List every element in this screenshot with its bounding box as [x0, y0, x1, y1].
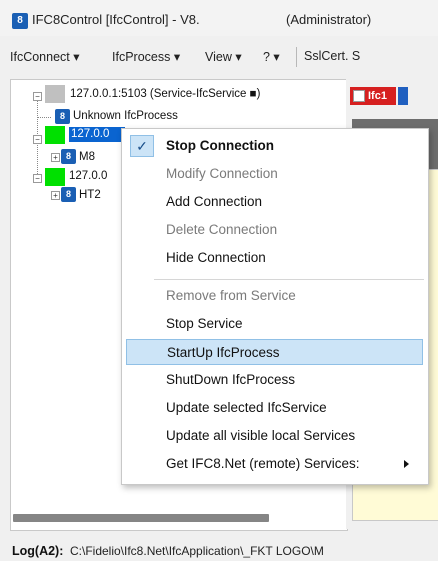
tree-node-connection[interactable]: 127.0.0 — [69, 169, 107, 184]
expand-icon[interactable]: + — [51, 191, 60, 200]
menu-separator — [296, 47, 297, 67]
tree-node-unknown[interactable]: Unknown IfcProcess — [73, 109, 178, 124]
menu-separator — [154, 279, 424, 280]
menu-item-label: Delete Connection — [166, 222, 278, 237]
title-bar: 8 IFC8Control [IfcControl] - V8. (Admini… — [0, 0, 438, 36]
menu-item-label: Stop Connection — [166, 138, 274, 153]
menu-item-label: Add Connection — [166, 194, 263, 209]
status-bar: Log(A2): C:\Fidelio\Ifc8.Net\IfcApplicat… — [0, 541, 438, 561]
menu-item-hide-connection[interactable]: Hide Connection — [126, 245, 423, 271]
status-square-icon — [45, 126, 65, 144]
ifc-process-icon: 8 — [61, 187, 76, 202]
admin-label: (Administrator) — [286, 12, 372, 27]
menu-item-startup-ifcprocess[interactable]: StartUp IfcProcess — [126, 339, 423, 365]
checkmark-icon: ✓ — [130, 135, 154, 157]
expand-icon[interactable]: + — [51, 153, 60, 162]
collapse-icon[interactable]: − — [33, 92, 42, 101]
window-title: IFC8Control [IfcControl] - V8. — [32, 12, 200, 27]
collapse-icon[interactable]: − — [33, 174, 42, 183]
ifc-process-icon: 8 — [55, 109, 70, 124]
tab-checkbox-icon[interactable] — [353, 90, 365, 103]
ifc-tab-second[interactable] — [398, 87, 408, 105]
ifc-process-icon: 8 — [61, 149, 76, 164]
tree-node-service[interactable]: 127.0.0.1:5103 (Service-IfcService ■) — [70, 87, 260, 102]
menu-item-stop-connection[interactable]: ✓ Stop Connection — [126, 133, 423, 159]
tree-line — [37, 117, 51, 118]
submenu-arrow-icon — [404, 460, 409, 468]
horizontal-scrollbar[interactable] — [13, 514, 269, 522]
menu-item-shutdown-ifcprocess[interactable]: ShutDown IfcProcess — [126, 367, 423, 393]
status-square-icon — [45, 168, 65, 186]
status-square-icon — [45, 85, 65, 103]
menu-item-remove-from-service: Remove from Service — [126, 283, 423, 309]
menu-item-label: Stop Service — [166, 316, 243, 331]
tree-node-ht2[interactable]: HT2 — [79, 188, 101, 203]
menu-item-modify-connection: Modify Connection — [126, 161, 423, 187]
ifc-tab-label: Ifc1 — [368, 90, 387, 102]
log-path: C:\Fidelio\Ifc8.Net\IfcApplication\_FKT … — [70, 544, 324, 558]
menu-item-update-all[interactable]: Update all visible local Services — [126, 423, 423, 449]
log-label: Log(A2): — [12, 544, 64, 558]
menu-item-label: Get IFC8.Net (remote) Services: — [166, 456, 360, 471]
menu-item-label: Modify Connection — [166, 166, 278, 181]
ifc8-app-icon: 8 — [12, 13, 28, 29]
context-menu: ✓ Stop Connection Modify Connection Add … — [121, 128, 429, 485]
menu-item-label: StartUp IfcProcess — [167, 345, 280, 360]
menu-ifcprocess[interactable]: IfcProcess ▾ — [112, 49, 180, 64]
menu-item-stop-service[interactable]: Stop Service — [126, 311, 423, 337]
menu-bar: IfcConnect ▾ IfcProcess ▾ View ▾ ? ▾ Ssl… — [0, 43, 438, 69]
tree-node-m8[interactable]: M8 — [79, 150, 95, 165]
menu-view[interactable]: View ▾ — [205, 49, 242, 64]
menu-item-label: Update selected IfcService — [166, 400, 327, 415]
menu-item-add-connection[interactable]: Add Connection — [126, 189, 423, 215]
menu-item-delete-connection: Delete Connection — [126, 217, 423, 243]
menu-item-update-selected[interactable]: Update selected IfcService — [126, 395, 423, 421]
menu-help[interactable]: ? ▾ — [263, 49, 280, 64]
menu-item-label: Remove from Service — [166, 288, 296, 303]
menu-item-label: ShutDown IfcProcess — [166, 372, 296, 387]
menu-item-label: Update all visible local Services — [166, 428, 356, 443]
collapse-icon[interactable]: − — [33, 135, 42, 144]
menu-item-get-remote-services[interactable]: Get IFC8.Net (remote) Services: — [126, 451, 423, 477]
menu-sslcert[interactable]: SslCert. S — [304, 49, 360, 63]
ifc-tab[interactable]: Ifc1 — [350, 87, 396, 105]
menu-item-label: Hide Connection — [166, 250, 266, 265]
tree-node-connection-selected[interactable]: 127.0.0 — [69, 127, 125, 142]
menu-ifcconnect[interactable]: IfcConnect ▾ — [10, 49, 80, 64]
